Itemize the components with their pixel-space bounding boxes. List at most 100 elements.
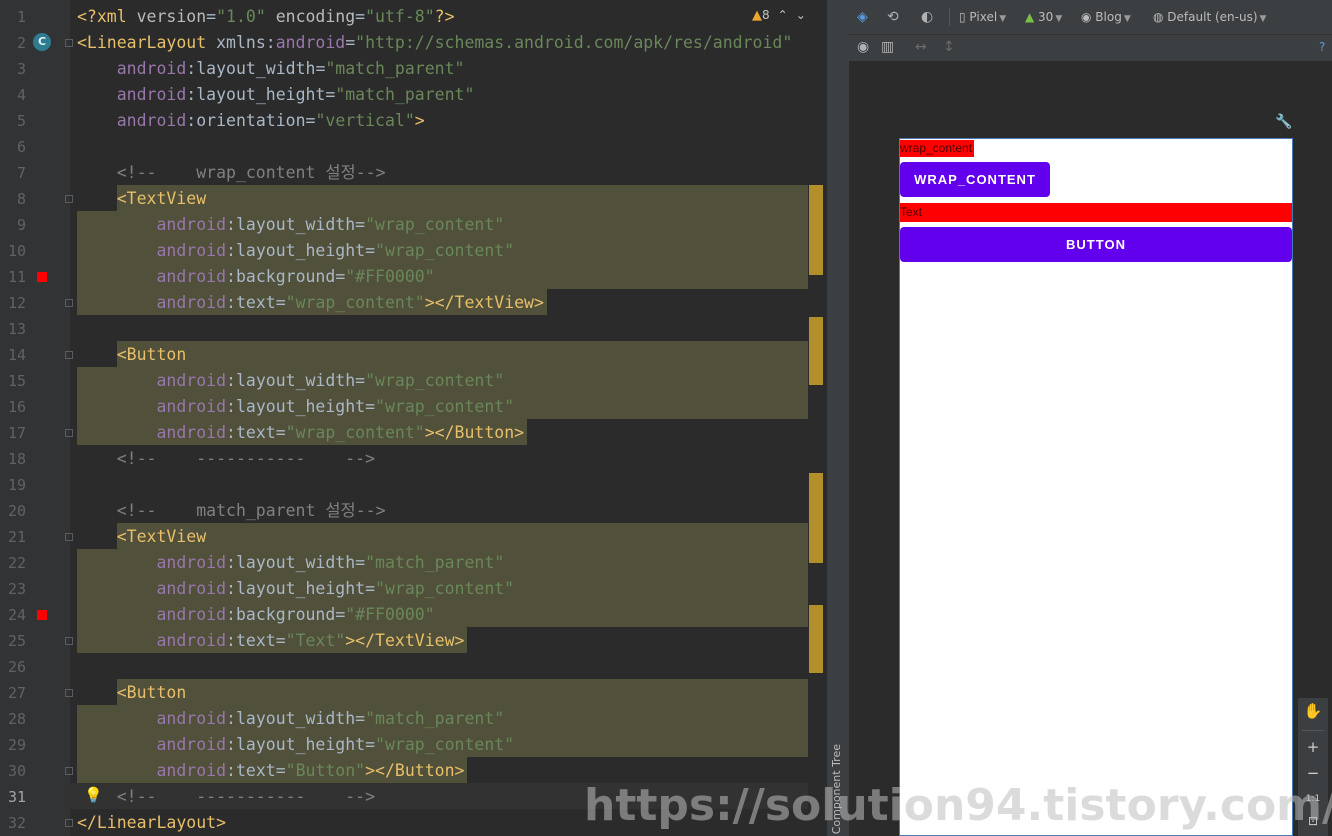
eye-icon[interactable]: ◉ bbox=[857, 38, 869, 56]
fold-icon[interactable] bbox=[65, 429, 73, 437]
pan-hand-icon[interactable]: ✋ bbox=[1298, 702, 1328, 720]
layers-icon[interactable]: ◈ bbox=[857, 8, 868, 26]
code-line[interactable]: android:layout_width="match_parent" bbox=[77, 706, 504, 732]
code-line[interactable]: android:layout_width="match_parent" bbox=[77, 56, 465, 82]
fold-icon[interactable] bbox=[65, 299, 73, 307]
fold-icon[interactable] bbox=[65, 351, 73, 359]
next-highlight-arrow-icon[interactable]: ⌄ bbox=[796, 8, 806, 22]
code-token: :background bbox=[226, 267, 336, 286]
code-line[interactable]: <Button bbox=[77, 680, 187, 706]
code-line[interactable]: android:layout_width="wrap_content" bbox=[77, 368, 504, 394]
code-token: "wrap_content" bbox=[375, 735, 515, 754]
chevron-down-icon: ▼ bbox=[1259, 14, 1267, 24]
orientation-icon[interactable]: ⟲ bbox=[887, 8, 899, 26]
help-icon[interactable]: ? bbox=[1319, 38, 1325, 56]
code-token: </LinearLayout> bbox=[77, 813, 227, 832]
theme-selector[interactable]: ◉ Blog ▼ bbox=[1081, 8, 1131, 28]
inspection-widget[interactable]: ▲8 ⌃ ⌄ bbox=[752, 8, 806, 23]
code-line[interactable]: android:background="#FF0000" bbox=[77, 602, 435, 628]
api-selector[interactable]: ▲ 30 ▼ bbox=[1025, 8, 1062, 28]
code-line[interactable]: <LinearLayout xmlns:android="http://sche… bbox=[77, 30, 792, 56]
fold-icon[interactable] bbox=[65, 533, 73, 541]
code-editor[interactable]: 1 2 3 4 5 6 7 8 9 10 11 12 13 14 15 16 17 18 19 20 21 22 23 24 2… bbox=[0, 0, 826, 836]
code-token: android bbox=[116, 85, 187, 104]
wrench-icon[interactable]: 🔧 bbox=[1275, 114, 1292, 130]
code-line[interactable]: android:layout_height="wrap_content" bbox=[77, 576, 514, 602]
code-token: = bbox=[315, 59, 326, 78]
code-line[interactable]: android:layout_height="wrap_content" bbox=[77, 394, 514, 420]
code-token: encoding bbox=[265, 7, 356, 26]
line-number: 29 bbox=[7, 736, 26, 754]
line-number: 8 bbox=[16, 190, 26, 208]
code-token: android bbox=[156, 553, 227, 572]
preview-textview-wrap[interactable]: wrap_content bbox=[900, 140, 975, 157]
code-token: version bbox=[136, 7, 207, 26]
code-token: "wrap_content" bbox=[365, 371, 505, 390]
night-mode-icon[interactable]: ◐ bbox=[921, 8, 933, 26]
color-swatch-icon[interactable] bbox=[37, 272, 47, 282]
editor-scrollbar[interactable] bbox=[808, 28, 822, 836]
code-line[interactable]: android:text="Text"></TextView> bbox=[77, 628, 464, 654]
code-line[interactable]: android:layout_height="wrap_content" bbox=[77, 238, 514, 264]
code-line[interactable]: <TextView bbox=[77, 186, 206, 212]
fold-icon[interactable] bbox=[65, 195, 73, 203]
line-number: 20 bbox=[7, 502, 26, 520]
color-swatch-icon[interactable] bbox=[37, 610, 47, 620]
code-token: <!-- ----------- --> bbox=[77, 449, 376, 468]
class-icon[interactable]: C bbox=[33, 33, 51, 51]
lightbulb-icon[interactable]: 💡 bbox=[84, 786, 103, 804]
code-line[interactable]: android:layout_width="match_parent" bbox=[77, 550, 504, 576]
fold-icon[interactable] bbox=[65, 637, 73, 645]
zoom-in-button[interactable]: + bbox=[1298, 738, 1328, 756]
code-line[interactable]: <?xml version="1.0" encoding="utf-8"?> bbox=[77, 4, 455, 30]
fold-icon[interactable] bbox=[65, 767, 73, 775]
fold-icon[interactable] bbox=[65, 39, 73, 47]
code-token: <TextView bbox=[116, 527, 207, 546]
change-marker[interactable] bbox=[809, 473, 823, 563]
code-token: = bbox=[365, 579, 376, 598]
code-line[interactable]: <Button bbox=[77, 342, 187, 368]
code-token: :layout_width bbox=[226, 709, 356, 728]
device-preview[interactable]: wrap_content WRAP_CONTENT Text BUTTON bbox=[899, 138, 1293, 836]
code-line[interactable]: android:layout_width="wrap_content" bbox=[77, 212, 504, 238]
change-marker[interactable] bbox=[809, 185, 823, 275]
code-token: android bbox=[156, 371, 227, 390]
line-number: 21 bbox=[7, 528, 26, 546]
blueprint-icon[interactable]: ▥ bbox=[881, 38, 894, 56]
device-selector[interactable]: ▯ Pixel ▼ bbox=[959, 8, 1006, 28]
code-line[interactable]: android:text="Button"></Button> bbox=[77, 758, 464, 784]
code-token: "wrap_content" bbox=[375, 397, 515, 416]
preview-button-wrap[interactable]: WRAP_CONTENT bbox=[900, 162, 1050, 197]
locale-selector[interactable]: ◍ Default (en-us) ▼ bbox=[1153, 8, 1266, 28]
vertical-resize-icon[interactable]: ↕ bbox=[943, 38, 955, 56]
code-line[interactable]: <!-- ----------- --> bbox=[77, 784, 375, 810]
fold-icon[interactable] bbox=[65, 819, 73, 827]
change-marker[interactable] bbox=[809, 317, 823, 385]
code-line[interactable]: android:background="#FF0000" bbox=[77, 264, 434, 290]
line-number: 24 bbox=[7, 606, 26, 624]
code-line[interactable]: <TextView bbox=[77, 524, 206, 550]
code-line[interactable]: android:orientation="vertical"> bbox=[77, 108, 425, 134]
code-line[interactable]: android:layout_height="wrap_content" bbox=[77, 732, 514, 758]
code-line[interactable]: <!-- ----------- --> bbox=[77, 446, 375, 472]
code-line[interactable]: </LinearLayout> bbox=[77, 810, 226, 836]
change-marker[interactable] bbox=[809, 605, 823, 673]
code-line[interactable]: <!-- wrap_content 설정--> bbox=[77, 160, 386, 186]
line-number: 18 bbox=[7, 450, 26, 468]
code-token: "#FF0000" bbox=[345, 605, 435, 624]
design-panel: ◈ ⟲ ◐ ▯ Pixel ▼ ▲ 30 ▼ ◉ Blog ▼ ◍ Default (… bbox=[849, 0, 1332, 836]
code-token: :layout_height bbox=[186, 85, 326, 104]
code-line[interactable]: android:text="wrap_content"></TextView> bbox=[77, 290, 543, 316]
horizontal-resize-icon[interactable]: ↔ bbox=[915, 38, 927, 56]
code-line[interactable]: android:text="wrap_content"></Button> bbox=[77, 420, 524, 446]
preview-textview-match[interactable]: Text bbox=[900, 203, 1292, 222]
code-line[interactable]: <!-- match_parent 설정--> bbox=[77, 498, 386, 524]
line-number-gutter[interactable]: 1 2 3 4 5 6 7 8 9 10 11 12 13 14 15 16 17 18 19 20 21 22 23 24 2… bbox=[0, 0, 73, 836]
prev-highlight-arrow-icon[interactable]: ⌃ bbox=[778, 8, 788, 22]
preview-button-match[interactable]: BUTTON bbox=[900, 227, 1292, 262]
code-line[interactable]: android:layout_height="match_parent" bbox=[77, 82, 475, 108]
fold-icon[interactable] bbox=[65, 689, 73, 697]
